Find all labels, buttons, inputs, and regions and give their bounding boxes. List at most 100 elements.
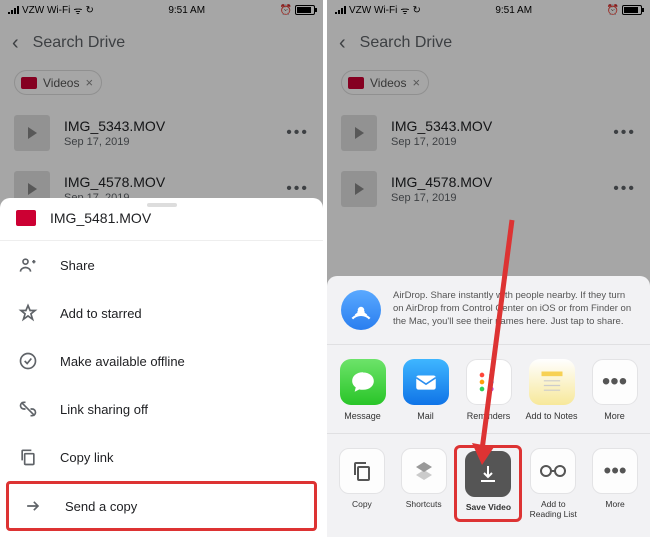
airdrop-text: AirDrop. Share instantly with people nea… (393, 290, 636, 330)
status-bar: VZW Wi-Fi ᯤ ↻ 9:51 AM ⏰ (327, 0, 650, 20)
file-name: IMG_4578.MOV (64, 174, 272, 190)
reminders-icon (466, 359, 512, 405)
action-label: Add to Reading List (525, 500, 581, 519)
save-video-icon (465, 451, 511, 497)
starred-item[interactable]: Add to starred (0, 289, 323, 337)
action-label: Shortcuts (406, 500, 442, 509)
file-date: Sep 17, 2019 (64, 136, 272, 148)
app-label: Reminders (467, 411, 511, 421)
clapper-icon (21, 77, 37, 89)
carrier-label: VZW Wi-Fi (349, 5, 397, 16)
action-copy[interactable]: Copy (334, 448, 390, 519)
mail-icon (403, 359, 449, 405)
search-input[interactable]: Search Drive (33, 34, 125, 52)
item-label: Make available offline (60, 354, 185, 369)
item-label: Share (60, 258, 95, 273)
app-mail[interactable]: Mail (398, 359, 454, 421)
status-time: 9:51 AM (168, 5, 205, 16)
app-reminders[interactable]: Reminders (461, 359, 517, 421)
more-button[interactable]: ••• (286, 180, 309, 198)
back-button[interactable]: ‹ (12, 32, 19, 55)
video-thumbnail (14, 115, 50, 151)
video-thumbnail (341, 115, 377, 151)
action-label: Copy (352, 500, 372, 509)
item-label: Send a copy (65, 499, 137, 514)
notes-icon (529, 359, 575, 405)
action-more[interactable]: ••• More (587, 448, 643, 519)
carrier-label: VZW Wi-Fi (22, 5, 70, 16)
file-row[interactable]: IMG_4578.MOV Sep 17, 2019 ••• (327, 161, 650, 217)
filter-chip-videos[interactable]: Videos × (14, 70, 102, 95)
clapper-icon (348, 77, 364, 89)
ios-share-sheet: AirDrop. Share instantly with people nea… (327, 276, 650, 537)
file-row[interactable]: IMG_5343.MOV Sep 17, 2019 ••• (327, 105, 650, 161)
battery-icon (622, 5, 642, 15)
more-icon: ••• (592, 359, 638, 405)
action-reading-list[interactable]: Add to Reading List (525, 448, 581, 519)
sheet-file-name: IMG_5481.MOV (50, 210, 151, 226)
item-label: Add to starred (60, 306, 142, 321)
file-name: IMG_5343.MOV (391, 118, 599, 134)
app-notes[interactable]: Add to Notes (524, 359, 580, 421)
file-name: IMG_4578.MOV (391, 174, 599, 190)
star-icon (18, 303, 38, 323)
close-icon[interactable]: × (85, 75, 93, 90)
send-icon (23, 496, 43, 516)
activity-icon: ↻ (412, 5, 420, 16)
link-sharing-item[interactable]: Link sharing off (0, 385, 323, 433)
copy-icon (18, 447, 38, 467)
app-label: Add to Notes (525, 411, 577, 421)
video-thumbnail (341, 171, 377, 207)
wifi-icon: ᯤ (73, 3, 82, 17)
more-button[interactable]: ••• (613, 180, 636, 198)
action-label: Save Video (466, 503, 511, 512)
reading-list-icon (530, 448, 576, 494)
close-icon[interactable]: × (412, 75, 420, 90)
copy-icon (339, 448, 385, 494)
filter-chip-videos[interactable]: Videos × (341, 70, 429, 95)
file-date: Sep 17, 2019 (391, 136, 599, 148)
offline-item[interactable]: Make available offline (0, 337, 323, 385)
alarm-icon: ⏰ (280, 5, 292, 16)
app-label: More (604, 411, 625, 421)
app-label: Message (344, 411, 381, 421)
app-message[interactable]: Message (335, 359, 391, 421)
alarm-icon: ⏰ (607, 5, 619, 16)
file-row[interactable]: IMG_5343.MOV Sep 17, 2019 ••• (0, 105, 323, 161)
app-more[interactable]: ••• More (587, 359, 643, 421)
more-button[interactable]: ••• (286, 124, 309, 142)
action-shortcuts[interactable]: Shortcuts (396, 448, 452, 519)
cell-signal-icon (335, 6, 346, 14)
more-icon: ••• (592, 448, 638, 494)
highlight-box: Send a copy (6, 481, 317, 531)
add-person-icon (18, 255, 38, 275)
app-label: Mail (417, 411, 434, 421)
context-sheet: IMG_5481.MOV Share Add to starred Make a… (0, 198, 323, 537)
wifi-icon: ᯤ (400, 3, 409, 17)
back-button[interactable]: ‹ (339, 32, 346, 55)
send-copy-item[interactable]: Send a copy (9, 484, 314, 528)
clapper-icon (16, 210, 36, 226)
share-item[interactable]: Share (0, 241, 323, 289)
file-name: IMG_5343.MOV (64, 118, 272, 134)
action-save-video[interactable]: Save Video (460, 451, 516, 512)
highlight-box: Save Video (454, 445, 522, 522)
copy-link-item[interactable]: Copy link (0, 433, 323, 481)
search-input[interactable]: Search Drive (360, 34, 452, 52)
action-label: More (605, 500, 624, 509)
shortcuts-icon (401, 448, 447, 494)
chip-label: Videos (370, 76, 406, 90)
status-time: 9:51 AM (495, 5, 532, 16)
item-label: Link sharing off (60, 402, 148, 417)
more-button[interactable]: ••• (613, 124, 636, 142)
message-icon (340, 359, 386, 405)
item-label: Copy link (60, 450, 113, 465)
offline-icon (18, 351, 38, 371)
status-bar: VZW Wi-Fi ᯤ ↻ 9:51 AM ⏰ (0, 0, 323, 20)
chip-label: Videos (43, 76, 79, 90)
cell-signal-icon (8, 6, 19, 14)
battery-icon (295, 5, 315, 15)
airdrop-icon[interactable] (341, 290, 381, 330)
activity-icon: ↻ (85, 5, 93, 16)
file-date: Sep 17, 2019 (391, 192, 599, 204)
